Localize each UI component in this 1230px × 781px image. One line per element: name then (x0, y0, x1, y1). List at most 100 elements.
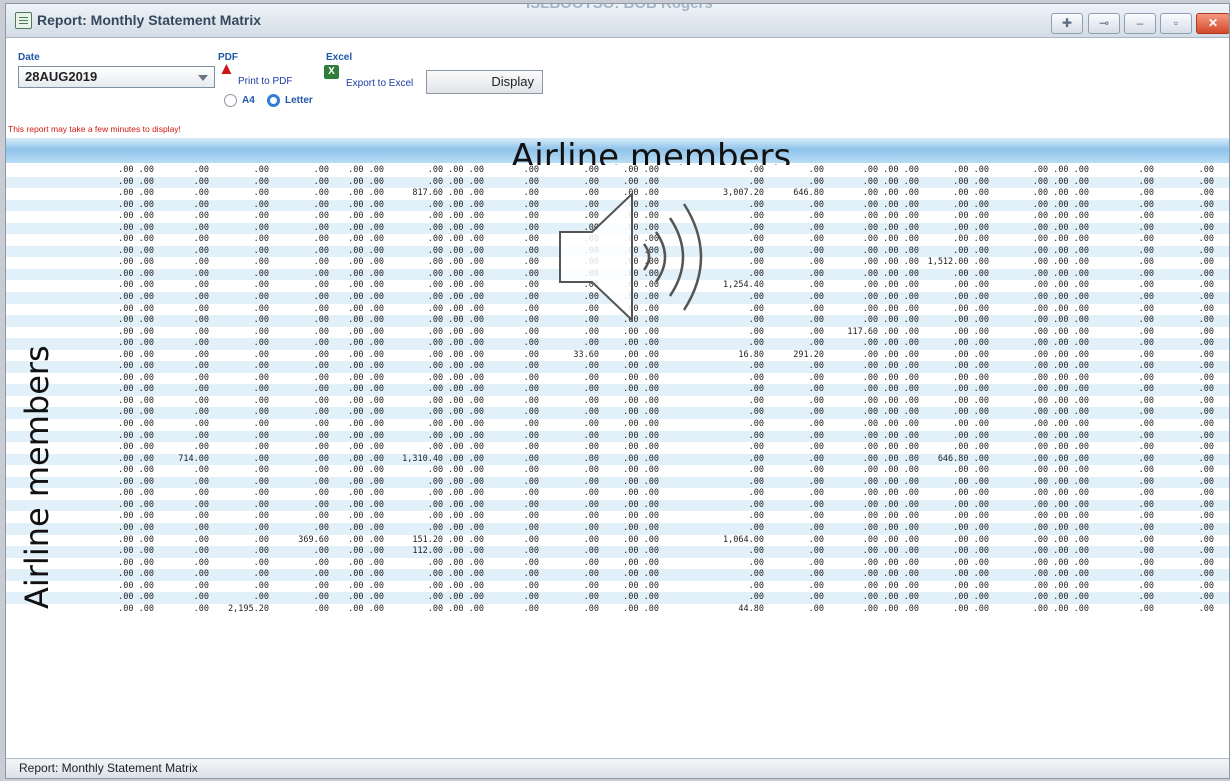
table-cell: .00 (1198, 546, 1214, 557)
table-cell: .00 .00 .00 (1032, 245, 1089, 256)
table-cell: .00 .00 .00 (1032, 199, 1089, 210)
excel-icon[interactable]: X (324, 65, 339, 79)
table-cell: .00 .00 .00 (427, 407, 484, 418)
table-cell: .00 .00 (623, 430, 659, 441)
minimize-button[interactable]: – (1124, 13, 1156, 34)
table-cell: .00 .00 (953, 361, 989, 372)
table-cell: .00 (193, 534, 209, 545)
table-cell: .00 .00 .00 (1032, 188, 1089, 199)
table-row: .00 .00 .00 .00 .00 .00 .00 112.00 .00 .00 .00… (6, 546, 1229, 558)
table-cell: .00 (748, 407, 764, 418)
table-cell: .00 (253, 592, 269, 603)
table-cell: 1,310.40 .00 .00 (402, 453, 484, 464)
table-cell: .00 .00 (623, 407, 659, 418)
table-cell: .00 .00 .00 (862, 580, 919, 591)
table-cell: .00 .00 .00 (862, 176, 919, 187)
maximize-button[interactable]: ▫ (1160, 13, 1192, 34)
table-cell: .00 .00 (118, 245, 154, 256)
close-button[interactable]: ✕ (1196, 13, 1229, 34)
date-select[interactable]: 28AUG2019 (18, 66, 215, 88)
table-cell: .00 .00 (348, 176, 384, 187)
table-cell: .00 (1138, 557, 1154, 568)
pin-icon[interactable]: ⊸ (1088, 13, 1120, 34)
table-cell: .00 .00 .00 (427, 557, 484, 568)
print-to-pdf-link[interactable]: Print to PDF (238, 76, 292, 87)
table-cell: .00 (808, 603, 824, 614)
table-cell: .00 .00 (348, 522, 384, 533)
table-cell: .00 (523, 165, 539, 175)
table-cell: .00 (808, 280, 824, 291)
paper-a4-radio[interactable] (224, 94, 237, 107)
table-cell: .00 (1138, 499, 1154, 510)
table-cell: .00 .00 .00 (427, 476, 484, 487)
table-cell: .00 .00 (623, 361, 659, 372)
table-cell: .00 .00 (348, 234, 384, 245)
table-cell: 646.80 .00 (937, 453, 989, 464)
table-cell: .00 .00 .00 (1032, 303, 1089, 314)
table-cell: .00 .00 .00 (1032, 522, 1089, 533)
table-cell: .00 .00 (348, 395, 384, 406)
export-to-excel-link[interactable]: Export to Excel (346, 78, 413, 89)
table-cell: .00 .00 .00 (427, 488, 484, 499)
table-cell: .00 (253, 465, 269, 476)
table-cell: .00 .00 (348, 534, 384, 545)
table-cell: .00 (523, 326, 539, 337)
table-cell: 714.00 (178, 453, 209, 464)
table-row: .00 .00 .00 .00 .00 .00 .00 .00 .00 .00 .00 .00… (6, 384, 1229, 396)
table-row: .00 .00 .00 .00 .00 .00 .00 .00 .00 .00 .00 .00… (6, 372, 1229, 385)
table-cell: .00 .00 .00 (1032, 176, 1089, 187)
table-cell: .00 .00 (953, 303, 989, 314)
table-cell: .00 (313, 280, 329, 291)
table-cell: .00 .00 .00 (427, 499, 484, 510)
table-cell: .00 (1198, 257, 1214, 268)
table-cell: .00 (253, 257, 269, 268)
table-cell: .00 (313, 476, 329, 487)
table-cell: .00 (313, 384, 329, 395)
table-cell: .00 (523, 534, 539, 545)
table-cell: .00 .00 (623, 534, 659, 545)
table-cell: .00 (808, 268, 824, 279)
table-cell: .00 (808, 465, 824, 476)
table-cell: .00 .00 .00 (862, 257, 919, 268)
pdf-icon[interactable] (218, 59, 235, 79)
favorite-add-icon[interactable]: ✚ (1051, 13, 1083, 34)
table-cell: .00 (193, 199, 209, 210)
display-button[interactable]: Display (426, 70, 543, 94)
table-cell: .00 .00 .00 (862, 603, 919, 614)
table-cell: .00 (808, 476, 824, 487)
table-cell: .00 (523, 603, 539, 614)
table-cell: .00 .00 (953, 315, 989, 326)
table-cell: .00 .00 (118, 603, 154, 614)
table-cell: .00 (313, 372, 329, 383)
table-cell: 817.60 .00 .00 (412, 188, 484, 199)
table-cell: .00 .00 .00 (427, 326, 484, 337)
warning-text: This report may take a few minutes to di… (8, 124, 181, 134)
table-cell: .00 .00 (623, 499, 659, 510)
table-cell: .00 (1198, 442, 1214, 453)
table-cell: .00 (808, 511, 824, 522)
table-cell: .00 (1198, 245, 1214, 256)
table-cell: .00 .00 (118, 315, 154, 326)
table-cell: .00 (1198, 522, 1214, 533)
table-cell: .00 .00 .00 (1032, 499, 1089, 510)
table-cell: .00 (748, 511, 764, 522)
table-cell: .00 (253, 546, 269, 557)
table-cell: .00 (808, 361, 824, 372)
table-cell: .00 .00 (623, 557, 659, 568)
table-cell: .00 (583, 465, 599, 476)
row-axis-label: Airline members (18, 345, 56, 609)
table-cell: .00 .00 .00 (427, 592, 484, 603)
table-cell: .00 .00 (348, 326, 384, 337)
report-controls: Date 28AUG2019 PDF Print to PDF Excel X … (6, 38, 1229, 138)
table-cell: .00 (583, 165, 599, 175)
paper-letter-radio[interactable] (267, 94, 280, 107)
table-cell: .00 .00 (348, 222, 384, 233)
table-row: .00 .00 .00 .00 369.60 .00 .00 151.20 .00 .00… (6, 534, 1229, 547)
table-cell: .00 (1138, 592, 1154, 603)
table-cell: .00 (748, 361, 764, 372)
table-cell: .00 .00 .00 (1032, 234, 1089, 245)
table-cell: .00 .00 (953, 395, 989, 406)
table-cell: .00 .00 (348, 315, 384, 326)
table-cell: .00 (1138, 211, 1154, 222)
table-cell: .00 (1138, 268, 1154, 279)
